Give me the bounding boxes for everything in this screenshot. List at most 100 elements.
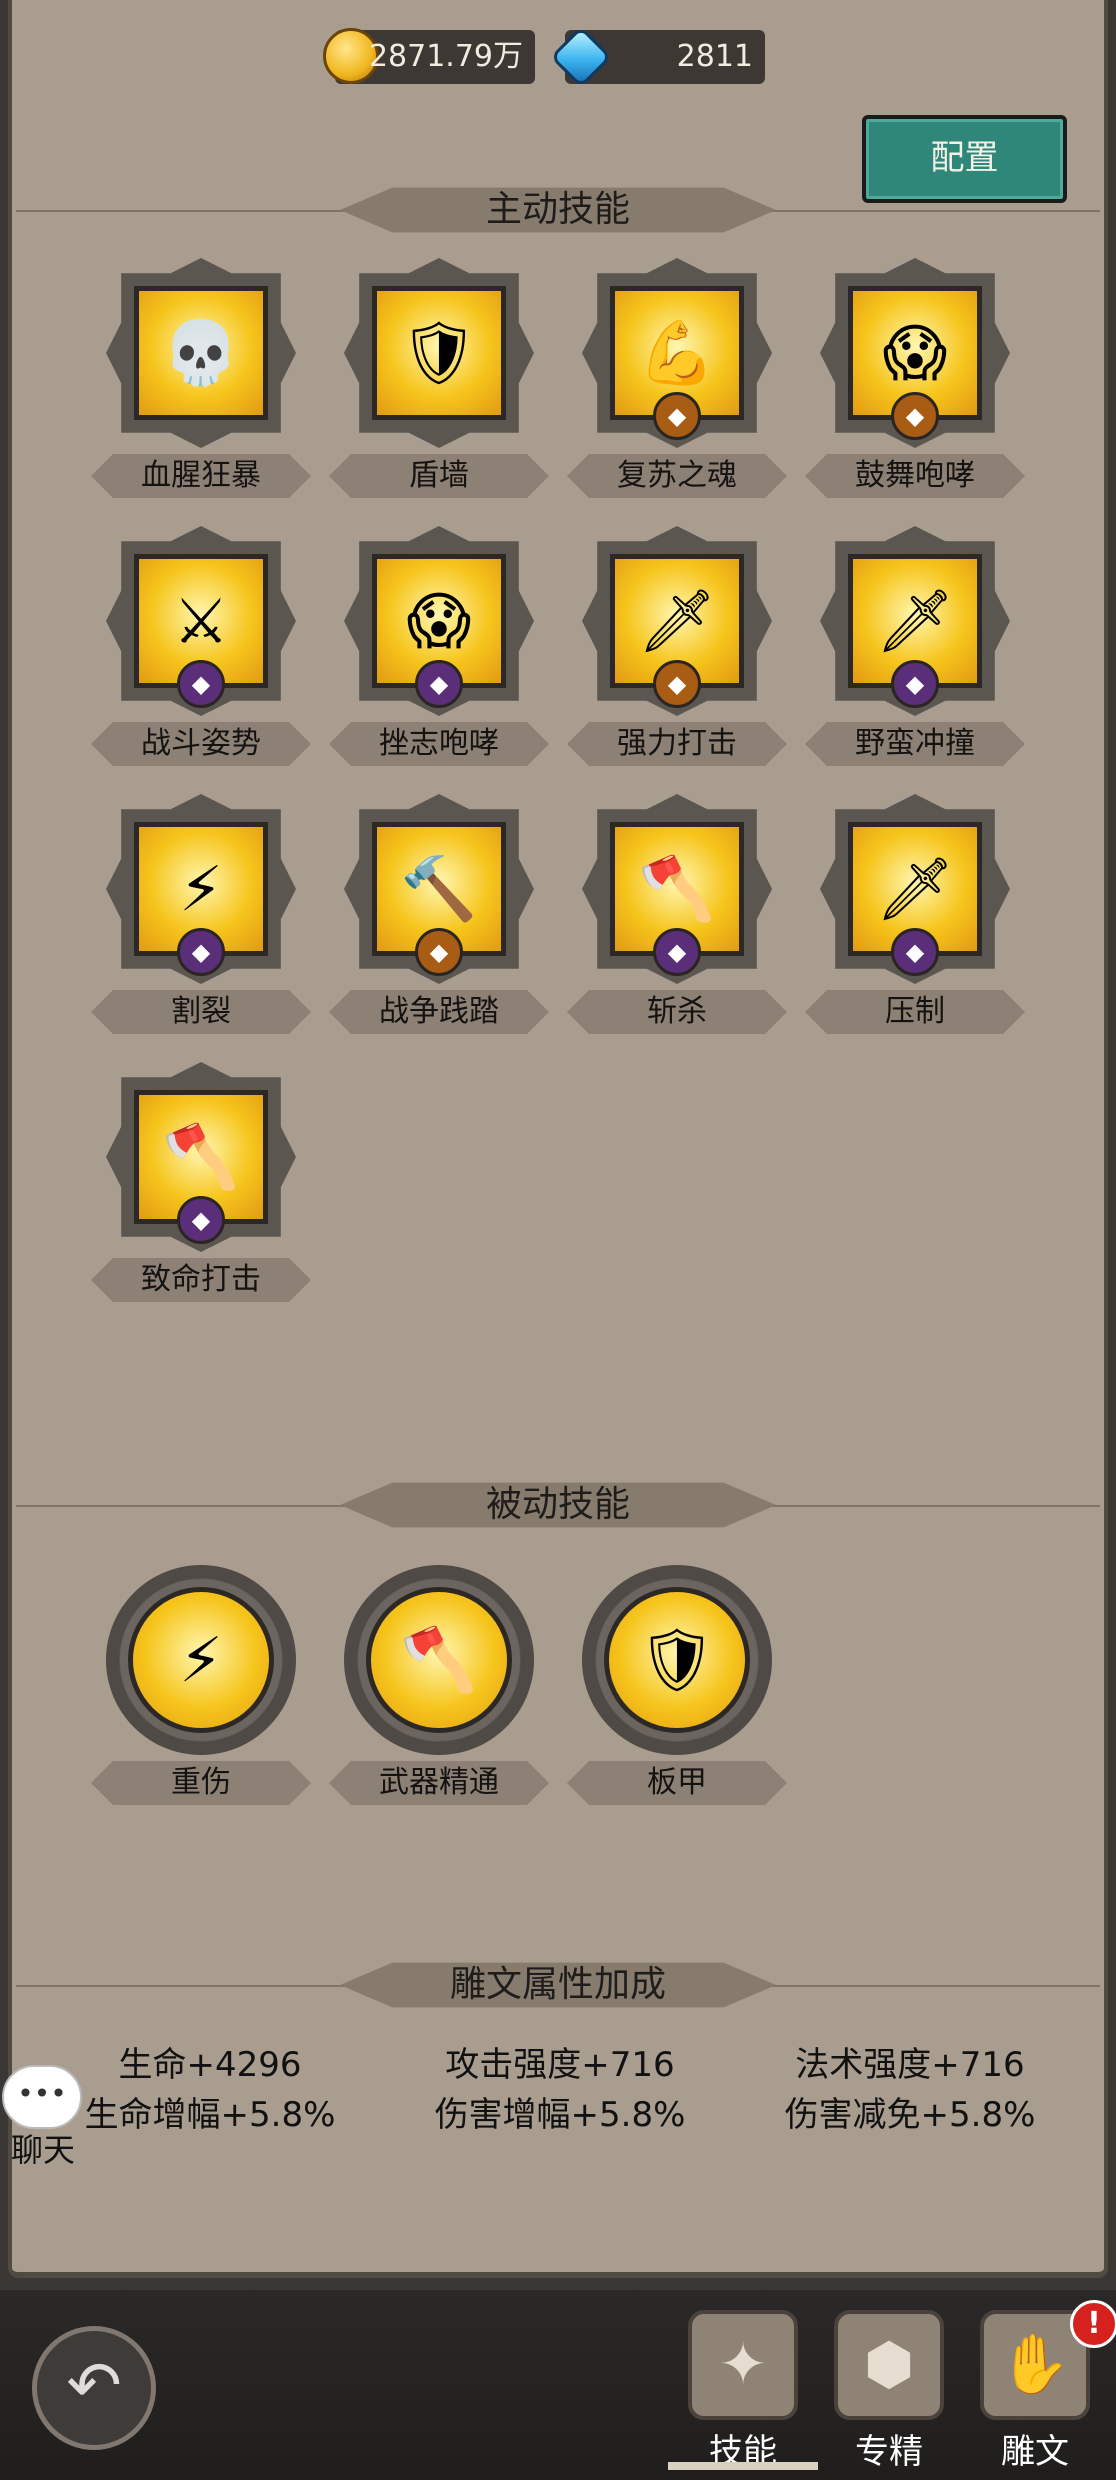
skill-art: 💪 (638, 316, 716, 389)
skill-tab-icon: ✦ (688, 2310, 798, 2420)
skill-name: 盾墙 (329, 454, 549, 498)
skill-frame: 💀 (106, 258, 296, 448)
stat-damage-reduction: 伤害减免+5.8% (784, 2095, 1036, 2135)
skill-type-badge-icon: ◆ (177, 1196, 225, 1244)
skill-frame: 🪓 ◆ (582, 794, 772, 984)
back-button[interactable]: ↶ (32, 2326, 156, 2450)
stat-column: 法术强度+716 伤害减免+5.8% (740, 2040, 1080, 2140)
skill-frame: ⚔ ◆ (106, 526, 296, 716)
active-skill-slot[interactable]: 🗡 ◆ 野蛮冲撞 (797, 526, 1033, 766)
chat-bubble-icon: ••• (2, 2065, 82, 2129)
active-skill-slot[interactable]: 😱 ◆ 鼓舞咆哮 (797, 258, 1033, 498)
stat-health: 生命+4296 (118, 2045, 302, 2085)
skill-name: 武器精通 (329, 1761, 549, 1805)
skill-name: 板甲 (567, 1761, 787, 1805)
passive-frame: ⚡ (106, 1565, 296, 1755)
gem-amount: 2811 (676, 39, 753, 74)
skill-name: 鼓舞咆哮 (805, 454, 1025, 498)
skill-name: 致命打击 (91, 1258, 311, 1302)
skill-name: 野蛮冲撞 (805, 722, 1025, 766)
bottom-nav: ↶ ✦ 技能 ⬢ 专精 ✋ 雕文 ! (0, 2290, 1116, 2480)
skill-frame: ⚡ ◆ (106, 794, 296, 984)
skill-frame: 🪓 ◆ (106, 1062, 296, 1252)
skill-type-badge-icon: ◆ (653, 392, 701, 440)
skill-frame: 🛡 (344, 258, 534, 448)
skill-frame: 🗡 ◆ (582, 526, 772, 716)
skull-icon: 💀 (134, 286, 268, 420)
active-skill-slot[interactable]: 💪 ◆ 复苏之魂 (559, 258, 795, 498)
passive-frame: 🪓 (344, 1565, 534, 1755)
rune-stats: 生命+4296 生命增幅+5.8% 攻击强度+716 伤害增幅+5.8% 法术强… (40, 2040, 1080, 2140)
skill-art: 🗡 (637, 584, 717, 657)
skill-art: 🪓 (162, 1120, 240, 1193)
skill-type-badge-icon: ◆ (891, 660, 939, 708)
tab-glyph[interactable]: ✋ 雕文 ! (960, 2300, 1116, 2473)
skill-name: 斩杀 (567, 990, 787, 1034)
skill-art: 🛡 (399, 316, 479, 389)
stat-column: 生命+4296 生命增幅+5.8% (40, 2040, 380, 2140)
skill-frame: 🔨 ◆ (344, 794, 534, 984)
skill-frame: 😱 ◆ (344, 526, 534, 716)
tab-skills[interactable]: ✦ 技能 (668, 2310, 818, 2473)
chat-label: 聊天 (10, 2131, 75, 2169)
passive-frame: 🛡 (582, 1565, 772, 1755)
skill-frame: 🗡 ◆ (820, 794, 1010, 984)
skill-type-badge-icon: ◆ (891, 392, 939, 440)
specialization-tab-icon: ⬢ (834, 2310, 944, 2420)
skill-art: ⚡ (179, 1623, 223, 1697)
skill-name: 割裂 (91, 990, 311, 1034)
passive-skill-slot[interactable]: 🪓 武器精通 (321, 1565, 557, 1805)
active-skill-slot[interactable]: 🪓 ◆ 致命打击 (83, 1062, 319, 1302)
skill-art: 🪓 (638, 852, 716, 925)
skill-name: 战争践踏 (329, 990, 549, 1034)
tab-glyph-label: 雕文 (1001, 2432, 1069, 2472)
skill-name: 战斗姿势 (91, 722, 311, 766)
stat-attack-power: 攻击强度+716 (445, 2045, 675, 2085)
slash-icon: ⚡ (128, 1587, 274, 1733)
active-skill-slot[interactable]: ⚡ ◆ 割裂 (83, 794, 319, 1034)
skill-frame: 💪 ◆ (582, 258, 772, 448)
gem-counter: 2811 (549, 25, 765, 89)
active-tab-indicator (668, 2462, 818, 2470)
skill-type-badge-icon: ◆ (891, 928, 939, 976)
stat-damage-boost: 伤害增幅+5.8% (434, 2095, 686, 2135)
skill-name: 血腥狂暴 (91, 454, 311, 498)
active-skill-slot[interactable]: 🛡 盾墙 (321, 258, 557, 498)
skill-art: 😱 (406, 584, 472, 658)
config-button[interactable]: 配置 (862, 115, 1067, 203)
skill-frame: 🗡 ◆ (820, 526, 1010, 716)
gold-amount: 2871.79万 (368, 39, 523, 74)
skill-type-badge-icon: ◆ (653, 660, 701, 708)
skill-name: 压制 (805, 990, 1025, 1034)
active-skill-slot[interactable]: 🪓 ◆ 斩杀 (559, 794, 795, 1034)
back-arrow-icon: ↶ (66, 2347, 122, 2424)
skill-type-badge-icon: ◆ (177, 928, 225, 976)
active-skill-slot[interactable]: 🗡 ◆ 压制 (797, 794, 1033, 1034)
active-skill-slot[interactable]: 😱 ◆ 挫志咆哮 (321, 526, 557, 766)
active-skill-slot[interactable]: 🗡 ◆ 强力打击 (559, 526, 795, 766)
skill-art: 🗡 (875, 852, 955, 925)
skill-type-badge-icon: ◆ (653, 928, 701, 976)
stat-spell-power: 法术强度+716 (795, 2045, 1025, 2085)
active-skill-slot[interactable]: 💀 血腥狂暴 (83, 258, 319, 498)
skill-type-badge-icon: ◆ (415, 928, 463, 976)
active-skill-slot[interactable]: 🔨 ◆ 战争践踏 (321, 794, 557, 1034)
skill-type-badge-icon: ◆ (415, 660, 463, 708)
skill-art: 😱 (882, 316, 948, 390)
shield-icon: 🛡 (372, 286, 506, 420)
armor-icon: 🛡 (604, 1587, 750, 1733)
tab-specialization[interactable]: ⬢ 专精 (814, 2310, 964, 2473)
passive-skill-slot[interactable]: ⚡ 重伤 (83, 1565, 319, 1805)
skill-name: 强力打击 (567, 722, 787, 766)
active-skill-slot[interactable]: ⚔ ◆ 战斗姿势 (83, 526, 319, 766)
skill-art: 🪓 (400, 1623, 478, 1696)
skill-frame: 😱 ◆ (820, 258, 1010, 448)
skill-name: 复苏之魂 (567, 454, 787, 498)
axe-icon: 🪓 (366, 1587, 512, 1733)
passive-skill-slot[interactable]: 🛡 板甲 (559, 1565, 795, 1805)
chat-button[interactable]: ••• 聊天 (2, 2065, 84, 2171)
skill-type-badge-icon: ◆ (177, 660, 225, 708)
skill-art: ⚡ (179, 852, 223, 926)
skill-name: 重伤 (91, 1761, 311, 1805)
skill-art: 🛡 (637, 1623, 717, 1696)
